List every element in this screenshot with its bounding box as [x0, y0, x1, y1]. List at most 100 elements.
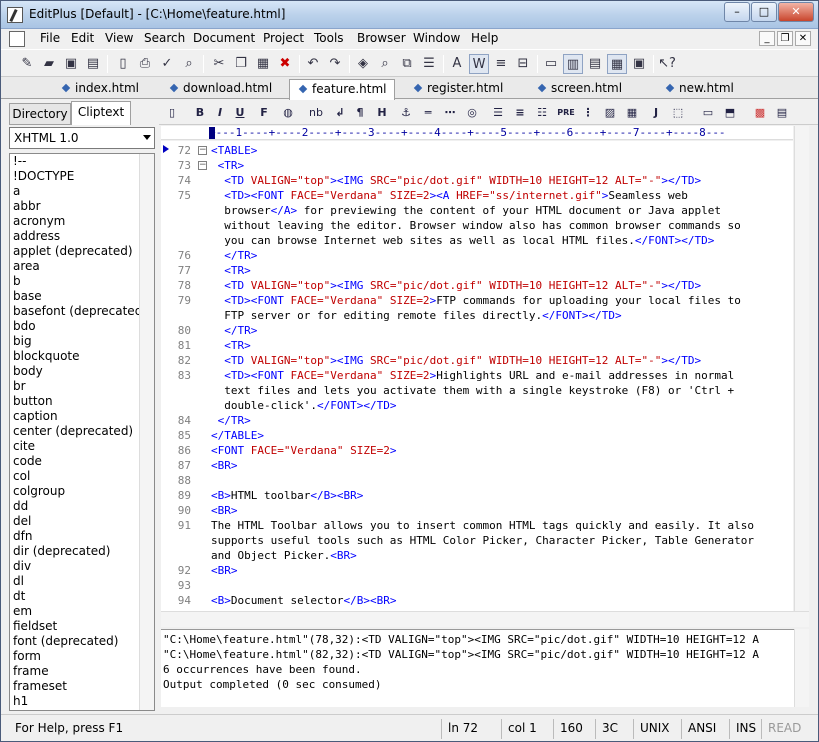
cliptext-tag-item[interactable]: base	[10, 289, 154, 304]
status-eol-format[interactable]: UNIX	[633, 719, 677, 739]
character-picker-icon[interactable]: ◎	[463, 104, 481, 122]
status-encoding[interactable]: ANSI	[681, 719, 727, 739]
directory-window-icon[interactable]: ▥	[563, 54, 583, 74]
code-line[interactable]: <TABLE>	[211, 143, 257, 158]
cliptext-tag-item[interactable]: form	[10, 649, 154, 664]
code-line[interactable]: <TD><FONT FACE="Verdana" SIZE=2>Highligh…	[211, 368, 734, 383]
tab-register-html[interactable]: register.html	[405, 79, 523, 99]
code-line[interactable]: <TD VALIGN="top"><IMG SRC="pic/dot.gif" …	[211, 173, 701, 188]
cliptext-tag-item[interactable]: fieldset	[10, 619, 154, 634]
cliptext-tag-item[interactable]: cite	[10, 439, 154, 454]
table-icon[interactable]: ▦	[623, 104, 641, 122]
font-icon[interactable]: A	[447, 54, 467, 74]
font-button[interactable]: F	[255, 104, 273, 122]
search-files-icon[interactable]: ⌕	[375, 54, 395, 74]
cliptext-tag-item[interactable]: frameset	[10, 679, 154, 694]
open-folder-icon[interactable]: ▰	[39, 54, 59, 74]
comment-icon[interactable]: ⋯	[441, 104, 459, 122]
cliptext-tag-item[interactable]: acronym	[10, 214, 154, 229]
line-number-icon[interactable]: ≡	[491, 54, 511, 74]
save-all-icon[interactable]: ▤	[83, 54, 103, 74]
copy-path-icon[interactable]: ⧉	[397, 54, 417, 74]
cliptext-tag-item[interactable]: bdo	[10, 319, 154, 334]
cliptext-tag-item[interactable]: a	[10, 184, 154, 199]
tag-list-scrollbar[interactable]	[139, 154, 154, 710]
italic-button[interactable]: I	[211, 104, 229, 122]
paste-icon[interactable]: ▦	[253, 54, 273, 74]
applet-icon[interactable]: J	[647, 104, 665, 122]
code-line[interactable]: text files and lets you activate them wi…	[211, 383, 734, 398]
cliptext-tag-item[interactable]: caption	[10, 409, 154, 424]
cliptext-selector[interactable]: XHTML 1.0	[9, 127, 155, 149]
nbsp-button[interactable]: nb	[307, 104, 325, 122]
menu-help[interactable]: Help	[471, 31, 498, 45]
document-list-icon[interactable]: ☰	[419, 54, 439, 74]
maximize-button[interactable]: □	[751, 2, 777, 22]
cliptext-tag-item[interactable]: frame	[10, 664, 154, 679]
cliptext-tag-item[interactable]: code	[10, 454, 154, 469]
cliptext-tag-item[interactable]: center (deprecated)	[10, 424, 154, 439]
document-icon[interactable]	[9, 31, 25, 47]
tab-directory[interactable]: Directory	[9, 103, 71, 125]
tab-new-html[interactable]: new.html	[657, 79, 757, 99]
browser-view-icon[interactable]: ◈	[353, 54, 373, 74]
tab-feature-html[interactable]: feature.html	[289, 79, 395, 100]
code-line[interactable]: browser</A> for previewing the content o…	[211, 203, 721, 218]
code-line[interactable]: <BR>	[211, 503, 238, 518]
code-line[interactable]: <BR>	[211, 563, 238, 578]
editplus-app-icon[interactable]	[7, 7, 23, 23]
menu-edit[interactable]: Edit	[71, 31, 94, 45]
code-line[interactable]: <B>Document selector</B><BR>	[211, 593, 396, 608]
close-button[interactable]: ✕	[778, 2, 814, 22]
menu-browser[interactable]: Browser	[357, 31, 406, 45]
code-line[interactable]: <TD VALIGN="top"><IMG SRC="pic/dot.gif" …	[211, 353, 701, 368]
code-line[interactable]: </TR>	[211, 323, 257, 338]
frame-icon[interactable]: ⬒	[721, 104, 739, 122]
find-icon[interactable]: ⌕	[179, 54, 199, 74]
menu-tools[interactable]: Tools	[314, 31, 344, 45]
cliptext-tag-item[interactable]: div	[10, 559, 154, 574]
output-scrollbar[interactable]	[794, 629, 809, 707]
cliptext-tag-item[interactable]: font (deprecated)	[10, 634, 154, 649]
cliptext-tag-item[interactable]: col	[10, 469, 154, 484]
code-line[interactable]: without leaving the editor. Browser wind…	[211, 218, 741, 233]
code-editor[interactable]: 72− <TABLE> 73− <TR> 74 <TD VALIGN="top"><I…	[161, 141, 793, 611]
fold-toggle-icon[interactable]: −	[198, 161, 207, 170]
heading-button[interactable]: H	[373, 104, 391, 122]
code-line[interactable]: <BR>	[211, 458, 238, 473]
cliptext-tag-item[interactable]: dir (deprecated)	[10, 544, 154, 559]
tab-index-html[interactable]: index.html	[53, 79, 171, 99]
align-center-icon[interactable]: ≡	[511, 104, 529, 122]
cliptext-tag-item[interactable]: big	[10, 334, 154, 349]
code-line[interactable]: </TR>	[211, 413, 251, 428]
cliptext-tag-item[interactable]: button	[10, 394, 154, 409]
align-left-icon[interactable]: ☰	[489, 104, 507, 122]
cliptext-tag-list[interactable]: !-- !DOCTYPE a abbr acronym address applet (de…	[9, 153, 155, 711]
copy-icon[interactable]: ❐	[231, 54, 251, 74]
code-line[interactable]: </TABLE>	[211, 428, 264, 443]
code-line[interactable]: </TR>	[211, 248, 257, 263]
color-picker-icon[interactable]: ◍	[279, 104, 297, 122]
help-pointer-icon[interactable]: ↖?	[657, 54, 677, 74]
code-line[interactable]: <TD VALIGN="top"><IMG SRC="pic/dot.gif" …	[211, 278, 701, 293]
mdi-restore-icon[interactable]: ❐	[777, 31, 793, 46]
ruler-icon[interactable]: ⊟	[513, 54, 533, 74]
html-toolbar-icon[interactable]: ▦	[607, 54, 627, 74]
cliptext-tag-item[interactable]: basefont (deprecated)	[10, 304, 154, 319]
html-template-icon[interactable]: ▤	[773, 104, 791, 122]
code-line[interactable]: <TR>	[211, 338, 251, 353]
output-window-icon[interactable]: ▭	[541, 54, 561, 74]
object-picker-icon[interactable]: ⬚	[669, 104, 687, 122]
cliptext-tag-item[interactable]: del	[10, 514, 154, 529]
menu-document[interactable]: Document	[193, 31, 255, 45]
form-icon[interactable]: ▭	[699, 104, 717, 122]
cut-icon[interactable]: ✂	[209, 54, 229, 74]
print-icon[interactable]: ⎙	[135, 54, 155, 74]
cliptext-tag-item[interactable]: dfn	[10, 529, 154, 544]
image-icon[interactable]: ▨	[601, 104, 619, 122]
output-line[interactable]: "C:\Home\feature.html"(82,32):<TD VALIGN…	[163, 647, 759, 662]
paragraph-button[interactable]: ¶	[351, 104, 369, 122]
tab-screen-html[interactable]: screen.html	[529, 79, 647, 99]
delete-icon[interactable]: ✖	[275, 54, 295, 74]
minimize-button[interactable]: –	[724, 2, 750, 22]
